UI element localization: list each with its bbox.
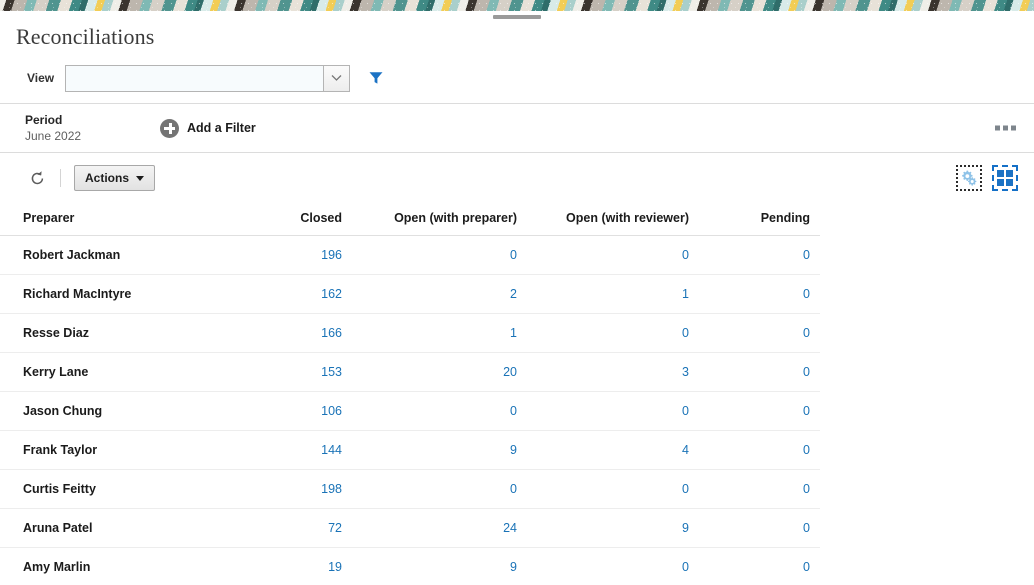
cell-closed[interactable]: 196 (270, 236, 342, 275)
funnel-icon[interactable] (366, 67, 386, 89)
grid-cell (997, 170, 1004, 177)
cell-open-preparer[interactable]: 0 (342, 392, 517, 431)
column-header-pending[interactable]: Pending (689, 203, 820, 236)
cell-open-preparer[interactable]: 24 (342, 509, 517, 548)
cell-open-reviewer[interactable]: 9 (517, 509, 689, 548)
cell-pending[interactable]: 0 (689, 314, 820, 353)
table-row: Robert Jackman196000 (0, 236, 820, 275)
cell-pending[interactable]: 0 (689, 470, 820, 509)
cell-preparer: Resse Diaz (0, 314, 270, 353)
ellipsis-icon[interactable] (995, 126, 1016, 131)
cell-closed[interactable]: 153 (270, 353, 342, 392)
column-header-closed[interactable]: Closed (270, 203, 342, 236)
cell-open-preparer[interactable]: 20 (342, 353, 517, 392)
caret-down-icon (136, 176, 144, 181)
refresh-icon[interactable] (27, 168, 47, 188)
cell-pending[interactable]: 0 (689, 275, 820, 314)
cell-closed[interactable]: 144 (270, 431, 342, 470)
grid-cell (1006, 179, 1013, 186)
cell-open-preparer[interactable]: 9 (342, 548, 517, 585)
grid-cell (997, 179, 1004, 186)
table-row: Curtis Feitty198000 (0, 470, 820, 509)
cell-open-preparer[interactable]: 0 (342, 470, 517, 509)
period-label: Period (25, 112, 160, 128)
banner-speckle-texture (0, 0, 1034, 11)
add-filter-label: Add a Filter (187, 121, 256, 135)
cell-closed[interactable]: 72 (270, 509, 342, 548)
cell-closed[interactable]: 166 (270, 314, 342, 353)
column-header-preparer[interactable]: Preparer (0, 203, 270, 236)
column-header-open-preparer[interactable]: Open (with preparer) (342, 203, 517, 236)
reconciliations-table-container: Preparer Closed Open (with preparer) Ope… (0, 203, 1034, 585)
actions-button-label: Actions (85, 171, 129, 185)
cell-open-reviewer[interactable]: 0 (517, 236, 689, 275)
panel-drag-handle[interactable] (493, 15, 541, 19)
cell-closed[interactable]: 19 (270, 548, 342, 585)
cell-preparer: Richard MacIntyre (0, 275, 270, 314)
cell-open-reviewer[interactable]: 1 (517, 275, 689, 314)
plus-circle-icon (160, 119, 179, 138)
ellipsis-dot (995, 126, 1000, 131)
cell-open-reviewer[interactable]: 0 (517, 470, 689, 509)
cell-preparer: Frank Taylor (0, 431, 270, 470)
cell-preparer: Curtis Feitty (0, 470, 270, 509)
grid-view-icon[interactable] (992, 165, 1018, 191)
cell-preparer: Kerry Lane (0, 353, 270, 392)
ellipsis-dot (1011, 126, 1016, 131)
cell-closed[interactable]: 106 (270, 392, 342, 431)
grid-view-glyph (997, 170, 1013, 186)
period-value: June 2022 (25, 128, 160, 145)
cell-open-preparer[interactable]: 9 (342, 431, 517, 470)
decorative-banner (0, 0, 1034, 11)
gears-icon[interactable] (956, 165, 982, 191)
cell-open-preparer[interactable]: 1 (342, 314, 517, 353)
ellipsis-dot (1003, 126, 1008, 131)
page-title: Reconciliations (0, 22, 1034, 50)
panel-drag-handle-area (0, 11, 1034, 22)
cell-open-reviewer[interactable]: 3 (517, 353, 689, 392)
toolbar-right-icons (956, 165, 1018, 191)
cell-closed[interactable]: 162 (270, 275, 342, 314)
cell-preparer: Aruna Patel (0, 509, 270, 548)
cell-preparer: Robert Jackman (0, 236, 270, 275)
table-row: Amy Marlin19900 (0, 548, 820, 585)
view-select[interactable] (65, 65, 350, 92)
cell-pending[interactable]: 0 (689, 353, 820, 392)
cell-pending[interactable]: 0 (689, 236, 820, 275)
cell-open-reviewer[interactable]: 0 (517, 392, 689, 431)
actions-button[interactable]: Actions (74, 165, 155, 191)
cell-open-preparer[interactable]: 0 (342, 236, 517, 275)
view-selector-row: View (0, 50, 1034, 95)
cell-open-reviewer[interactable]: 0 (517, 314, 689, 353)
cell-open-preparer[interactable]: 2 (342, 275, 517, 314)
column-header-open-reviewer[interactable]: Open (with reviewer) (517, 203, 689, 236)
grid-cell (1006, 170, 1013, 177)
table-row: Aruna Patel722490 (0, 509, 820, 548)
toolbar-divider (60, 169, 61, 187)
filter-bar: Period June 2022 Add a Filter (0, 103, 1034, 153)
table-row: Jason Chung106000 (0, 392, 820, 431)
table-toolbar: Actions (0, 153, 1034, 203)
cell-pending[interactable]: 0 (689, 431, 820, 470)
cell-pending[interactable]: 0 (689, 548, 820, 585)
table-row: Kerry Lane1532030 (0, 353, 820, 392)
table-row: Resse Diaz166100 (0, 314, 820, 353)
cell-preparer: Jason Chung (0, 392, 270, 431)
table-row: Frank Taylor144940 (0, 431, 820, 470)
view-select-value (66, 66, 323, 91)
table-header-row: Preparer Closed Open (with preparer) Ope… (0, 203, 820, 236)
reconciliations-table: Preparer Closed Open (with preparer) Ope… (0, 203, 820, 585)
cell-pending[interactable]: 0 (689, 509, 820, 548)
cell-closed[interactable]: 198 (270, 470, 342, 509)
view-label: View (27, 71, 54, 85)
filter-chip-period[interactable]: Period June 2022 (0, 112, 160, 145)
chevron-down-icon[interactable] (323, 66, 349, 91)
table-body: Robert Jackman196000Richard MacIntyre162… (0, 236, 820, 585)
cell-preparer: Amy Marlin (0, 548, 270, 585)
cell-open-reviewer[interactable]: 0 (517, 548, 689, 585)
cell-pending[interactable]: 0 (689, 392, 820, 431)
cell-open-reviewer[interactable]: 4 (517, 431, 689, 470)
add-filter-button[interactable]: Add a Filter (160, 119, 256, 138)
table-row: Richard MacIntyre162210 (0, 275, 820, 314)
